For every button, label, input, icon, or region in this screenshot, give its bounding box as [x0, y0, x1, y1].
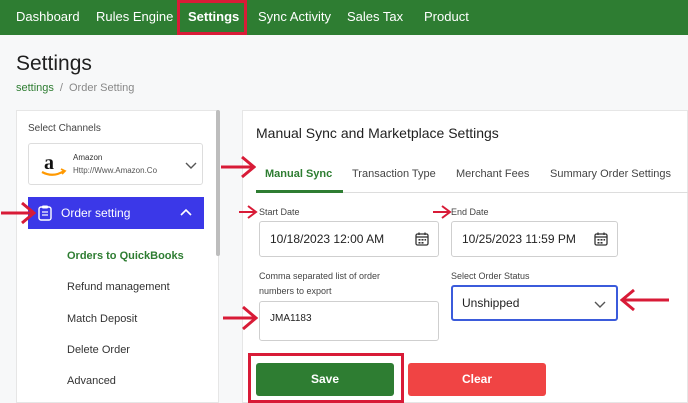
sidebar-item-refund-management[interactable]: Refund management [67, 281, 170, 293]
sidebar-scrollbar[interactable] [216, 110, 220, 256]
start-date-input[interactable]: 10/18/2023 12:00 AM [259, 221, 439, 257]
amazon-logo-icon: a [41, 152, 67, 176]
top-nav: Dashboard Rules Engine Settings Sync Act… [0, 0, 688, 35]
arrow-right-icon [433, 205, 452, 219]
channel-name: Amazon [73, 153, 103, 162]
order-status-value: Unshipped [462, 296, 520, 310]
nav-dashboard[interactable]: Dashboard [16, 0, 80, 35]
order-numbers-label-line1: Comma separated list of order [259, 271, 381, 281]
nav-product[interactable]: Product [424, 0, 469, 35]
clipboard-icon [38, 205, 52, 221]
arrow-right-icon [239, 205, 258, 219]
active-tab-indicator [256, 190, 343, 193]
end-date-input[interactable]: 10/25/2023 11:59 PM [451, 221, 618, 257]
start-date-value: 10/18/2023 12:00 AM [270, 232, 385, 246]
breadcrumb-settings-link[interactable]: settings [16, 82, 54, 94]
tab-transaction-type[interactable]: Transaction Type [352, 168, 436, 180]
sidebar-item-delete-order[interactable]: Delete Order [67, 344, 130, 356]
end-date-label: End Date [451, 207, 489, 217]
order-numbers-value: JMA1183 [270, 313, 312, 324]
chevron-down-icon [185, 162, 197, 169]
breadcrumb-separator: / [59, 82, 63, 94]
channel-select[interactable]: a Amazon Http://Www.Amazon.Co [28, 143, 203, 185]
select-channels-label: Select Channels [28, 123, 101, 134]
sidebar: Select Channels a Amazon Http://Www.Amaz… [16, 110, 219, 403]
nav-rules-engine[interactable]: Rules Engine [96, 0, 173, 35]
nav-sales-tax[interactable]: Sales Tax [347, 0, 403, 35]
arrow-right-icon [1, 201, 36, 225]
breadcrumb-current: Order Setting [68, 82, 135, 94]
chevron-down-icon [594, 301, 606, 308]
tab-manual-sync[interactable]: Manual Sync [265, 168, 332, 180]
tab-bar: Manual Sync Transaction Type Merchant Fe… [256, 165, 688, 193]
clear-button[interactable]: Clear [408, 363, 546, 396]
end-date-value: 10/25/2023 11:59 PM [462, 232, 576, 246]
tab-merchant-fees[interactable]: Merchant Fees [456, 168, 529, 180]
start-date-label: Start Date [259, 207, 300, 217]
page-title: Settings [16, 52, 92, 75]
breadcrumb: settings / Order Setting [16, 82, 134, 94]
sidebar-item-orders-to-quickbooks[interactable]: Orders to QuickBooks [67, 250, 184, 262]
arrow-right-icon [223, 305, 258, 331]
order-numbers-label-line2: numbers to export [259, 286, 332, 296]
sidebar-item-match-deposit[interactable]: Match Deposit [67, 313, 137, 325]
arrow-left-icon [620, 288, 669, 312]
panel-title: Manual Sync and Marketplace Settings [256, 125, 499, 141]
order-numbers-input[interactable]: JMA1183 [259, 301, 439, 341]
channel-url: Http://Www.Amazon.Co [73, 166, 158, 175]
save-highlight-box [248, 353, 404, 403]
sidebar-item-advanced[interactable]: Advanced [67, 375, 116, 387]
order-status-select[interactable]: Unshipped [451, 285, 618, 321]
order-setting-menu[interactable]: Order setting [28, 197, 204, 229]
calendar-icon[interactable] [594, 232, 608, 246]
chevron-up-icon [180, 208, 192, 216]
settings-highlight-box [177, 0, 247, 35]
order-setting-label: Order setting [61, 206, 131, 220]
calendar-icon[interactable] [415, 232, 429, 246]
tab-summary-order-settings[interactable]: Summary Order Settings [550, 168, 671, 180]
arrow-right-icon [221, 155, 256, 179]
nav-sync-activity[interactable]: Sync Activity [258, 0, 331, 35]
order-status-label: Select Order Status [451, 271, 530, 281]
svg-text:a: a [44, 152, 54, 174]
